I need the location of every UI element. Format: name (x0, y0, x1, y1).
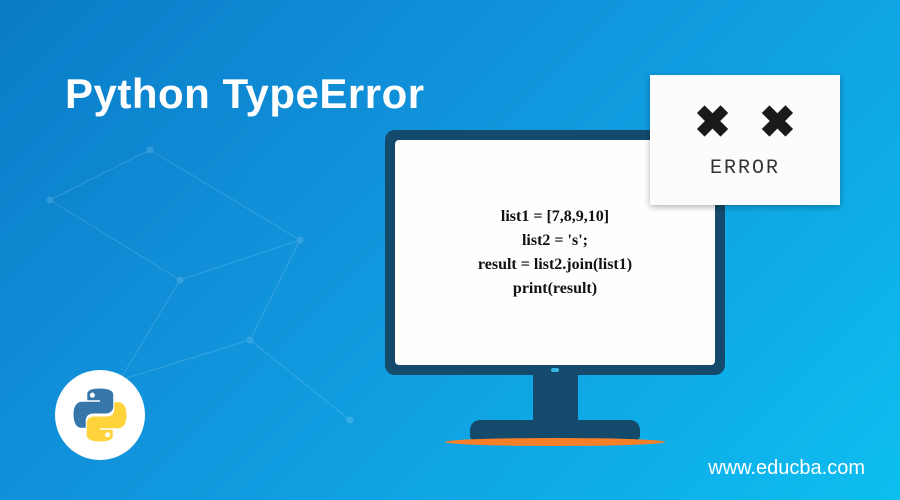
error-icons: ✖ ✖ (694, 101, 796, 145)
code-line-1: list1 = [7,8,9,10] (478, 205, 632, 229)
monitor-stand (533, 375, 578, 420)
error-popup: ✖ ✖ ERROR (650, 75, 840, 205)
python-logo-badge (55, 370, 145, 460)
code-block: list1 = [7,8,9,10] list2 = 's'; result =… (478, 205, 632, 301)
code-line-3: result = list2.join(list1) (478, 253, 632, 277)
page-title: Python TypeError (65, 70, 425, 118)
x-icon: ✖ (759, 101, 796, 145)
monitor-base (470, 420, 640, 440)
python-icon (72, 387, 128, 443)
code-line-2: list2 = 's'; (478, 229, 632, 253)
website-url: www.educba.com (708, 457, 865, 480)
code-line-4: print(result) (478, 277, 632, 301)
monitor-power-button (551, 368, 559, 372)
error-label: ERROR (710, 157, 780, 180)
x-icon: ✖ (694, 101, 731, 145)
